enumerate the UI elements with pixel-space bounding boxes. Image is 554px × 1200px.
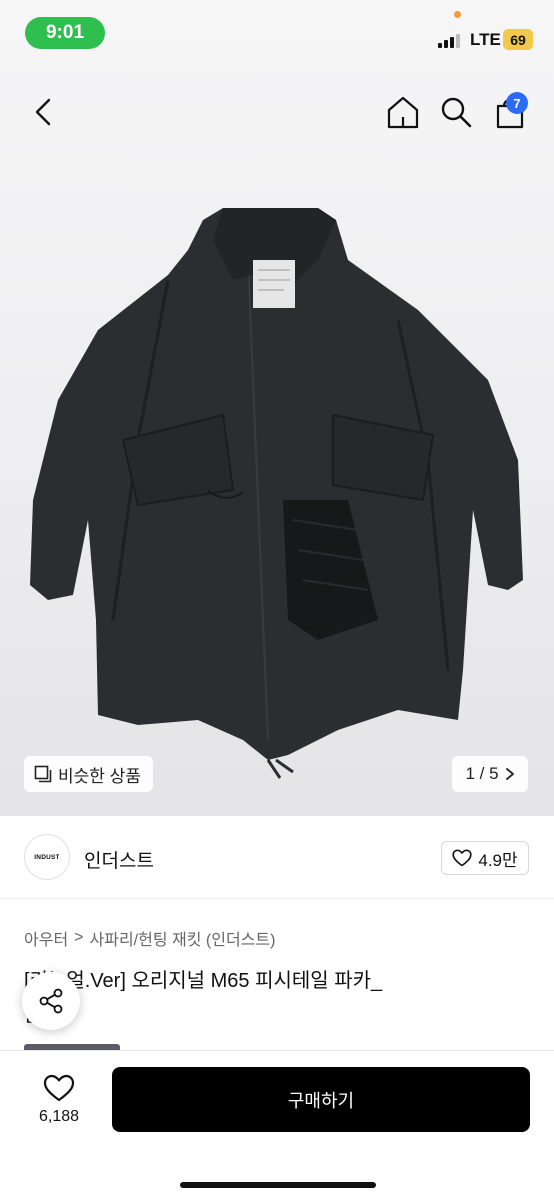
similar-products-button[interactable]: 비슷한 상품 bbox=[24, 756, 153, 792]
share-button[interactable] bbox=[22, 972, 80, 1030]
chevron-right-icon bbox=[505, 768, 514, 780]
back-button[interactable] bbox=[26, 94, 60, 130]
signal-icon bbox=[438, 33, 464, 48]
breadcrumb: 아우터 > 사파리/헌팅 재킷 (인더스트) bbox=[24, 926, 275, 950]
home-indicator bbox=[180, 1182, 376, 1188]
breadcrumb-category[interactable]: 아우터 bbox=[24, 926, 68, 950]
brand-like-button[interactable]: 4.9만 bbox=[441, 841, 529, 875]
network-type: LTE bbox=[470, 30, 501, 49]
heart-icon bbox=[452, 849, 472, 867]
cart-count-badge: 7 bbox=[506, 92, 528, 114]
wishlist-button[interactable]: 6,188 bbox=[28, 1068, 90, 1132]
battery-indicator: 69 bbox=[503, 29, 533, 50]
product-image[interactable] bbox=[18, 200, 538, 780]
similar-icon bbox=[34, 765, 52, 783]
section-divider bbox=[0, 898, 554, 899]
wishlist-count: 6,188 bbox=[38, 1108, 80, 1125]
brand-like-count: 4.9만 bbox=[478, 850, 518, 870]
similar-products-label: 비슷한 상품 bbox=[58, 766, 141, 786]
status-time: 9:01 bbox=[25, 17, 105, 49]
brand-logo[interactable]: INDUST bbox=[24, 834, 70, 880]
breadcrumb-separator: > bbox=[74, 929, 84, 946]
search-icon bbox=[441, 97, 472, 128]
product-title: [리뉴얼.Ver] 오리지널 M65 피시테일 파카_ bbox=[24, 970, 383, 992]
brand-name[interactable]: 인더스트 bbox=[84, 846, 154, 873]
home-button[interactable] bbox=[384, 93, 422, 131]
search-button[interactable] bbox=[438, 94, 474, 130]
status-bar: 9:01 LTE 69 bbox=[0, 0, 554, 66]
page-indicator-text: 1 / 5 bbox=[465, 764, 499, 783]
home-icon bbox=[387, 96, 419, 129]
back-icon bbox=[35, 98, 51, 126]
product-detail-screen: 9:01 LTE 69 7 비슷한 상품 1 / 5 INDUST 인더스트 4… bbox=[0, 0, 554, 1200]
share-icon bbox=[39, 988, 63, 1014]
breadcrumb-subcategory[interactable]: 사파리/헌팅 재킷 (인더스트) bbox=[90, 926, 276, 950]
gallery-page-indicator[interactable]: 1 / 5 bbox=[452, 756, 528, 792]
heart-icon bbox=[43, 1074, 75, 1102]
buy-button[interactable]: 구매하기 bbox=[112, 1067, 530, 1132]
privacy-dot bbox=[454, 11, 461, 18]
